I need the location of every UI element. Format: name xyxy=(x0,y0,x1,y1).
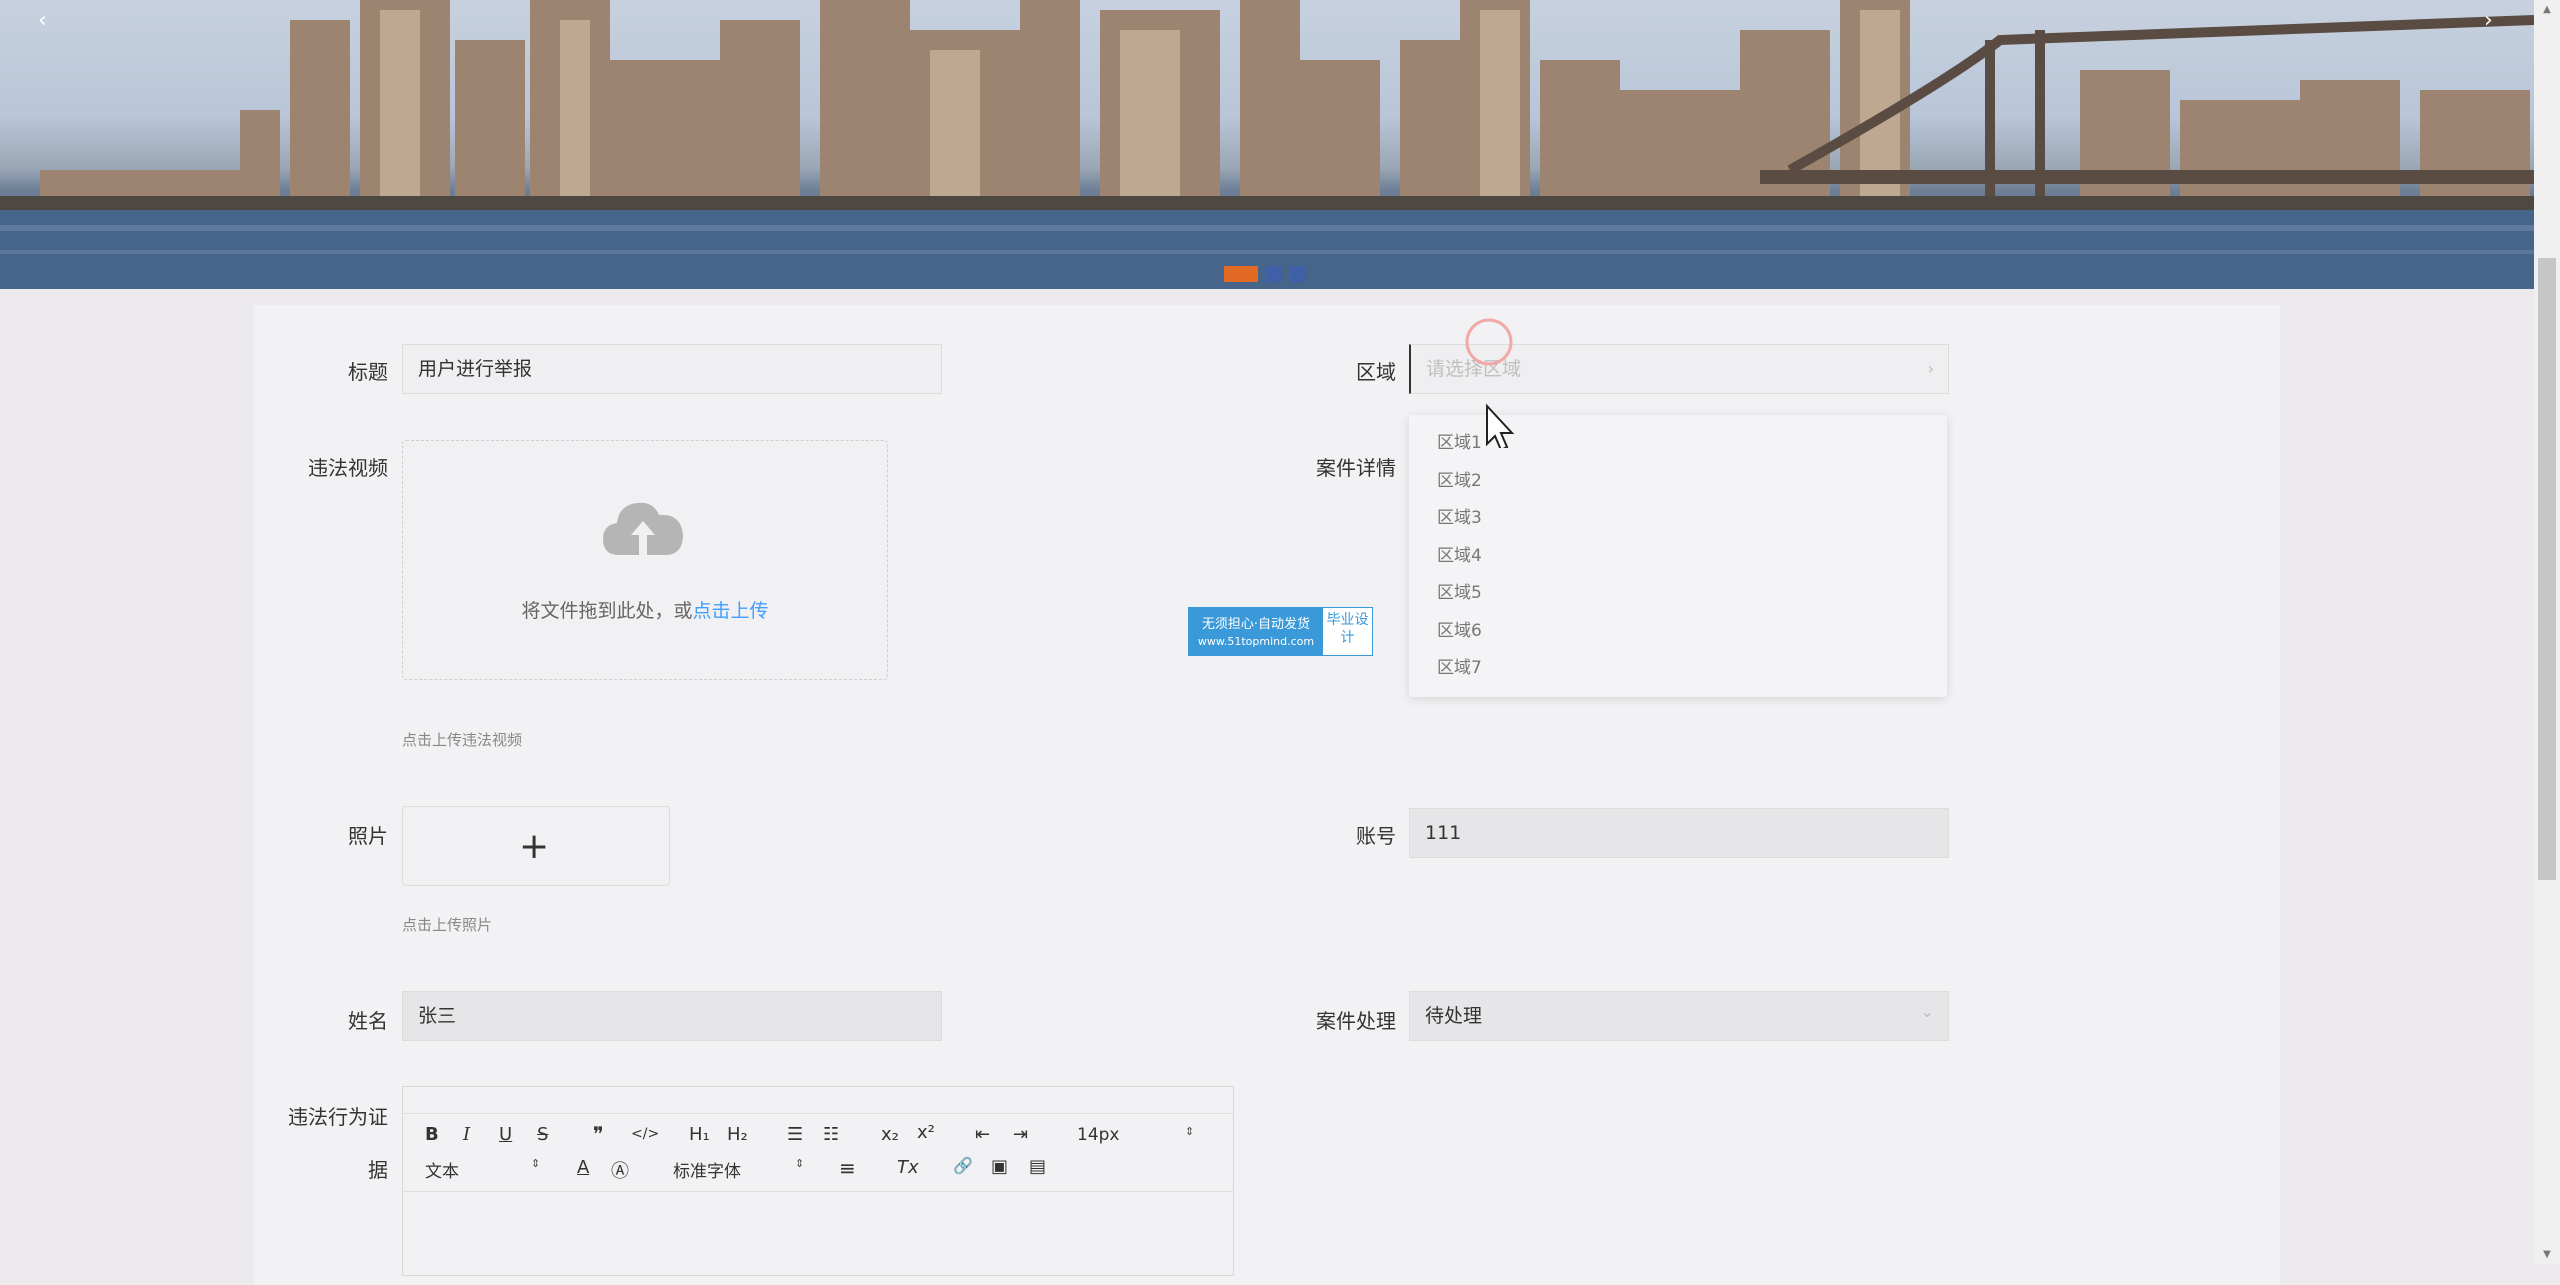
region-option-4[interactable]: 区域4 xyxy=(1409,538,1947,576)
photo-label: 照片 xyxy=(348,824,388,848)
chevron-right-icon: › xyxy=(1927,359,1934,378)
header-select[interactable]: 文本 ⇕ xyxy=(425,1157,545,1182)
mouse-cursor-icon xyxy=(1465,318,1515,448)
outdent-button[interactable]: ⇤ xyxy=(975,1124,990,1145)
name-label: 姓名 xyxy=(348,1009,388,1033)
account-label: 账号 xyxy=(1356,824,1396,848)
banner-dot-1[interactable] xyxy=(1224,266,1258,282)
photo-upload-button[interactable]: + xyxy=(402,806,670,886)
case-handle-label: 案件处理 xyxy=(1316,1009,1396,1033)
underline-button[interactable]: U xyxy=(499,1124,512,1145)
case-detail-label: 案件详情 xyxy=(1316,456,1396,480)
page-scrollbar[interactable]: ▲ ▼ xyxy=(2534,0,2560,1264)
scroll-up-arrow[interactable]: ▲ xyxy=(2534,4,2560,15)
editor-toolbar: B I U S ❞ </> H₁ H₂ ☰ ☷ x₂ x² ⇤ ⇥ 14px ⇕ … xyxy=(403,1113,1233,1192)
banner-pagination xyxy=(1224,266,1306,282)
watermark-line2: www.51topmind.com xyxy=(1197,635,1315,648)
font-family-value: 标准字体 xyxy=(673,1162,741,1182)
name-input[interactable]: 张三 xyxy=(402,991,942,1041)
plus-icon: + xyxy=(519,826,550,867)
select-caret-icon: ⇕ xyxy=(531,1157,541,1170)
banner-prev-arrow[interactable]: ‹ xyxy=(38,8,47,33)
case-handle-value: 待处理 xyxy=(1425,1005,1483,1027)
heading2-button[interactable]: H₂ xyxy=(727,1124,748,1145)
region-option-5[interactable]: 区域5 xyxy=(1409,575,1947,613)
select-caret-icon: ⇕ xyxy=(1185,1125,1195,1138)
background-color-button[interactable]: Ⓐ xyxy=(611,1157,629,1183)
video-upload-dropzone[interactable]: 将文件拖到此处，或点击上传 xyxy=(402,440,888,680)
clean-format-button[interactable]: Tx xyxy=(897,1157,919,1178)
region-option-6[interactable]: 区域6 xyxy=(1409,613,1947,651)
font-size-value: 14px xyxy=(1077,1125,1120,1145)
code-block-button[interactable]: </> xyxy=(631,1126,659,1142)
banner-dot-2[interactable] xyxy=(1266,266,1282,282)
city-skyline-image xyxy=(0,0,2534,289)
italic-button[interactable]: I xyxy=(463,1124,470,1145)
font-family-select[interactable]: 标准字体 ⇕ xyxy=(673,1157,813,1182)
region-dropdown: 区域1 区域2 区域3 区域4 区域5 区域6 区域7 xyxy=(1409,415,1947,697)
watermark-line1: 无须担心·自动发货 xyxy=(1201,617,1311,632)
superscript-button[interactable]: x² xyxy=(917,1122,935,1143)
title-label: 标题 xyxy=(348,360,388,384)
region-label: 区域 xyxy=(1356,360,1396,384)
banner-dot-3[interactable] xyxy=(1290,266,1306,282)
photo-hint: 点击上传照片 xyxy=(402,916,493,934)
video-hint: 点击上传违法视频 xyxy=(402,731,523,749)
account-input[interactable]: 111 xyxy=(1409,808,1949,858)
indent-button[interactable]: ⇥ xyxy=(1013,1124,1028,1145)
title-input[interactable]: 用户进行举报 xyxy=(402,344,942,394)
header-select-value: 文本 xyxy=(425,1162,459,1182)
editor-content-area[interactable] xyxy=(403,1191,1233,1277)
blockquote-button[interactable]: ❞ xyxy=(593,1122,604,1146)
chevron-down-icon: ⌄ xyxy=(1920,1002,1934,1021)
bold-button[interactable]: B xyxy=(425,1124,439,1145)
upload-text: 将文件拖到此处，或点击上传 xyxy=(403,596,887,623)
rich-text-editor: B I U S ❞ </> H₁ H₂ ☰ ☷ x₂ x² ⇤ ⇥ 14px ⇕ … xyxy=(402,1086,1234,1276)
region-option-7[interactable]: 区域7 xyxy=(1409,650,1947,688)
hero-banner: ‹ › xyxy=(0,0,2534,289)
watermark-badge: 无须担心·自动发货 www.51topmind.com 毕业设计 xyxy=(1188,607,1373,656)
video-button[interactable]: ▤ xyxy=(1029,1156,1046,1177)
evidence-label-line2: 据 xyxy=(368,1158,388,1182)
video-label: 违法视频 xyxy=(308,456,388,480)
font-size-select[interactable]: 14px ⇕ xyxy=(1077,1125,1197,1145)
heading1-button[interactable]: H₁ xyxy=(689,1124,710,1145)
watermark-right: 毕业设计 xyxy=(1326,612,1369,646)
region-option-3[interactable]: 区域3 xyxy=(1409,500,1947,538)
subscript-button[interactable]: x₂ xyxy=(881,1124,899,1145)
strike-button[interactable]: S xyxy=(537,1124,548,1145)
select-caret-icon: ⇕ xyxy=(795,1157,805,1170)
upload-link[interactable]: 点击上传 xyxy=(693,600,769,622)
font-color-button[interactable]: A xyxy=(577,1157,589,1178)
case-handle-select[interactable]: 待处理 ⌄ xyxy=(1409,991,1949,1041)
image-button[interactable]: ▣ xyxy=(991,1156,1008,1177)
scroll-down-arrow[interactable]: ▼ xyxy=(2534,1249,2560,1260)
region-option-2[interactable]: 区域2 xyxy=(1409,463,1947,501)
link-button[interactable]: 🔗 xyxy=(953,1156,973,1175)
ordered-list-button[interactable]: ☰ xyxy=(787,1124,803,1145)
evidence-label-line1: 违法行为证 xyxy=(288,1105,388,1129)
align-button[interactable]: ≡ xyxy=(839,1156,856,1180)
scrollbar-thumb[interactable] xyxy=(2538,258,2556,880)
upload-cloud-icon xyxy=(603,502,683,555)
upload-instruction: 将文件拖到此处，或 xyxy=(521,600,693,622)
banner-next-arrow[interactable]: › xyxy=(2484,8,2493,33)
bullet-list-button[interactable]: ☷ xyxy=(823,1124,839,1145)
